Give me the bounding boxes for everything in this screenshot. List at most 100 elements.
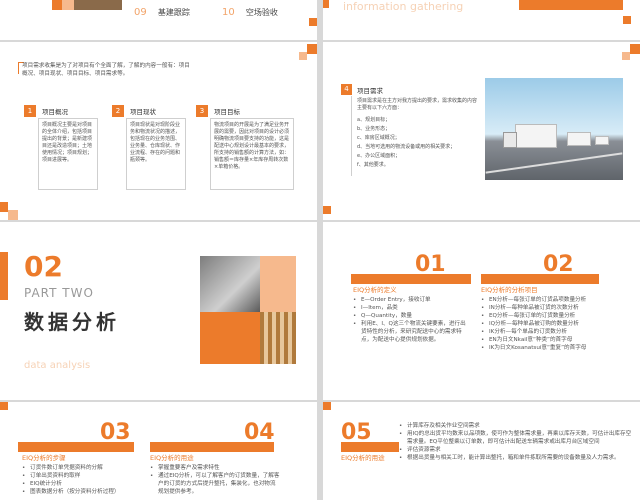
- eiq-right-item: EQ分析—每张订单的订货数量分析: [481, 312, 611, 320]
- need-item: a、规划目标；: [357, 117, 391, 123]
- slide-project-need[interactable]: 4 项目需求 项目需求是在主方对我方提出的要求，需求收集的内容主要有以下六方面：…: [323, 42, 640, 220]
- step-right-item: 掌握重要客户及需求特性: [150, 464, 280, 472]
- use-title: EIQ分析的用途: [341, 454, 385, 462]
- need-item: e、办公区域面积；: [357, 153, 401, 159]
- slide-agenda-partial[interactable]: 09 基建跟踪 10 空场验收: [0, 0, 317, 40]
- eiq-left-bar: [351, 274, 471, 284]
- eiq-left-item: E—Order Entry，接收订单: [353, 296, 471, 304]
- eiq-right-item: IN分析—每种单品被订货的次数分析: [481, 304, 611, 312]
- truck-body: [595, 136, 609, 145]
- card-body-3: 物流项目的开展是为了满足业务开展的需要，因此对项目的设计必须明确物流项目要支持的…: [214, 122, 290, 170]
- need-item: c、库房区域概况；: [357, 135, 400, 141]
- corner-block: [307, 44, 317, 54]
- eiq-right-item: IQ分析—每种单品被订购的数量分析: [481, 320, 611, 328]
- side-block: [0, 252, 8, 300]
- truck-photo: [485, 78, 623, 180]
- eiq-left-item: 利用E、I、Q这三个物流关键要素，进行出货特性的分析，来研究配送中心的需求特点，…: [353, 320, 471, 344]
- slide-info-gathering-partial[interactable]: information gathering: [323, 0, 640, 40]
- corner-block-light: [299, 52, 307, 60]
- step-right-bar: [150, 442, 274, 452]
- eiq-left-title: EIQ分析的定义: [353, 286, 397, 294]
- slide-project-overview[interactable]: 项目需求收集是为了对项目有个全面了解，了解的内容一般有：项目概况、项目现状、项目…: [0, 42, 317, 220]
- step-right-list: 掌握重要客户及需求特性 通过EIQ分析，可以了解客户的订货数量，了解客户的订货的…: [150, 464, 280, 496]
- intro-text: 项目需求收集是为了对项目有个全面了解，了解的内容一般有：项目概况、项目现状、项目…: [22, 63, 190, 77]
- eiq-right-list: EN分析—每张订单的订货品项数量分析 IN分析—每种单品被订货的次数分析 EQ分…: [481, 296, 611, 352]
- info-card-3: 3 项目目标 物流项目的开展是为了满足业务开展的需要，因此对项目的设计必须明确物…: [196, 102, 296, 192]
- need-intro: 项目需求是在主方对我方提出的要求，需求收集的内容主要有以下六方面：: [357, 98, 478, 111]
- use-item: 评估资源需求: [399, 446, 633, 454]
- card-body-2: 项目现状是对现阶段业务和物流状况的描述，包括现在的业务范围、业务量、仓库现状、作…: [130, 122, 181, 163]
- info-card-1: 1 项目概况 项目概况主要是对项目的全体介绍，包括项目提出的背景；是新建项目还是…: [20, 102, 104, 192]
- eiq-left-item: Q—Quantity，数量: [353, 312, 471, 320]
- image-strip: [74, 0, 122, 10]
- card-num-2: 2: [112, 105, 124, 117]
- truck-cab: [503, 132, 517, 148]
- agenda-item-num: 10: [222, 7, 235, 18]
- card-title-2: 项目现状: [130, 108, 156, 116]
- agenda-item: 10 空场验收: [222, 0, 278, 19]
- use-item: 用IQ的总出货平均数来以品项数，使可作为整体需求量，再乘以库存天数，可估计出库存…: [399, 430, 633, 446]
- step-left-item: EIQ统计分析: [22, 480, 142, 488]
- corner-block: [623, 16, 631, 24]
- card-title-1: 项目概况: [42, 108, 68, 116]
- need-item: d、当地可选用的物流设备或用的相关要求；: [357, 144, 456, 150]
- use-list: 计算库存及相关作业空间需求 用IQ的总出货平均数来以品项数，使可作为整体需求量，…: [399, 422, 633, 462]
- eiq-right-bar: [481, 274, 599, 284]
- step-left-bar: [18, 442, 134, 452]
- agenda-item: 09 基建跟踪: [134, 0, 190, 19]
- eiq-left-list: E—Order Entry，接收订单 I—Item，品类 Q—Quantity，…: [353, 296, 471, 344]
- slide-eiq-steps[interactable]: 03 EIQ分析的步骤 订货件数订单凭据资料的分解 订单出货资料的取样 EIQ统…: [0, 402, 317, 500]
- use-bar: [341, 442, 399, 452]
- warehouse-photo-bw: [200, 256, 260, 312]
- corner-block-light: [622, 52, 630, 60]
- need-item: f、其他要求。: [357, 162, 389, 168]
- section-part: PART TWO: [24, 286, 94, 300]
- step-left-item: 图表数据分析（按分资料分析过程）: [22, 488, 142, 496]
- accent-block: [52, 0, 62, 10]
- section-num: 02: [24, 250, 63, 283]
- use-item: 计算库存及相关作业空间需求: [399, 422, 633, 430]
- warehouse-photo-color: [260, 312, 296, 364]
- corner-block: [0, 402, 8, 410]
- eiq-right-title: EIQ分析的分析项目: [481, 286, 538, 294]
- corner-block: [323, 206, 331, 214]
- corner-block: [309, 18, 317, 26]
- road-line: [485, 152, 623, 174]
- corner-block: [323, 0, 329, 8]
- collage-block: [200, 312, 260, 364]
- accent-block-light: [62, 0, 74, 10]
- header-bar: [519, 0, 623, 10]
- need-num: 4: [341, 84, 352, 95]
- truck-body: [567, 132, 591, 146]
- step-left-title: EIQ分析的步骤: [22, 454, 66, 462]
- info-card-2: 2 项目现状 项目现状是对现阶段业务和物流状况的描述，包括现在的业务范围、业务量…: [108, 102, 192, 192]
- agenda-item-label: 基建跟踪: [157, 8, 190, 17]
- corner-block: [630, 44, 640, 54]
- use-item: 根据出货量与相关工时，能计算出整托，箱和单件拣取所需要的设备数量及人力需求。: [399, 454, 633, 462]
- slide-section-02[interactable]: 02 PART TWO 数据分析 data analysis: [0, 222, 317, 400]
- need-item: b、业务形态；: [357, 126, 391, 132]
- card-num-1: 1: [24, 105, 36, 117]
- section-subtitle: data analysis: [24, 360, 91, 371]
- eiq-right-item: IK分析—每个单品的订货数分析: [481, 328, 611, 336]
- step-left-list: 订货件数订单凭据资料的分解 订单出货资料的取样 EIQ统计分析 图表数据分析（按…: [22, 464, 142, 496]
- need-list: a、规划目标； b、业务形态； c、库房区域概况； d、当地可选用的物流设备或用…: [357, 116, 481, 170]
- slide-eiq-use[interactable]: 05 EIQ分析的用途 计算库存及相关作业空间需求 用IQ的总出货平均数来以品项…: [323, 402, 640, 500]
- card-body-1: 项目概况主要是对项目的全体介绍，包括项目提出的背景；是新建项目还是改造项目；土地…: [42, 122, 93, 163]
- corner-block-light: [8, 210, 18, 220]
- agenda-item-num: 09: [134, 7, 147, 18]
- slide-eiq-definition[interactable]: 01 EIQ分析的定义 E—Order Entry，接收订单 I—Item，品类…: [323, 222, 640, 400]
- eiq-right-item: EN分析—每张订单的订货品项数量分析: [481, 296, 611, 304]
- step-right-title: EIQ分析的用途: [150, 454, 194, 462]
- step-left-item: 订货件数订单凭据资料的分解: [22, 464, 142, 472]
- section-title: 数据分析: [24, 310, 120, 334]
- need-title: 项目需求: [357, 87, 383, 95]
- ghost-heading: information gathering: [343, 0, 464, 13]
- card-title-3: 项目目标: [214, 108, 240, 116]
- eiq-right-item: IK为日文Kosanatsui意“重复”的首字母: [481, 344, 611, 352]
- truck-body: [515, 124, 557, 148]
- step-right-item: 通过EIQ分析，可以了解客户的订货数量，了解客户的订货的方式后提升整托，集装化，…: [150, 472, 280, 496]
- agenda-item-label: 空场验收: [245, 8, 278, 17]
- corner-block: [323, 402, 331, 410]
- eiq-left-item: I—Item，品类: [353, 304, 471, 312]
